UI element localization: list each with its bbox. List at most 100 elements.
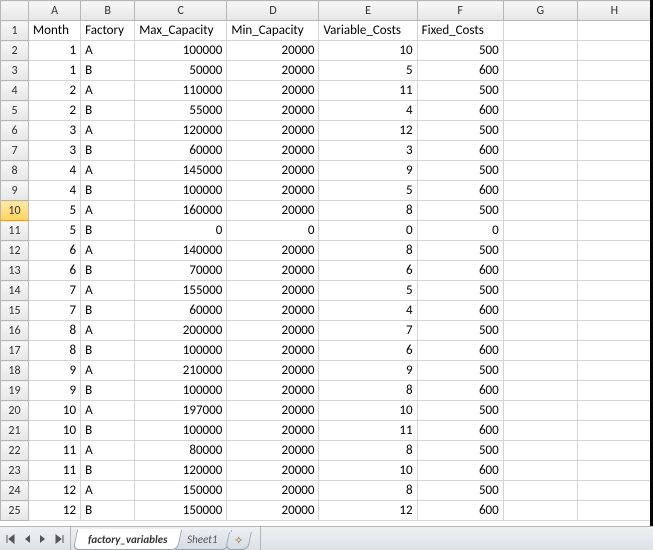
cell[interactable] (503, 181, 577, 201)
cell[interactable]: 500 (417, 201, 503, 221)
cell[interactable]: 60000 (135, 301, 227, 321)
cell[interactable] (503, 361, 577, 381)
row-header[interactable]: 23 (1, 461, 29, 481)
cell[interactable]: A (81, 161, 135, 181)
cell[interactable]: 0 (319, 221, 417, 241)
col-header-B[interactable]: B (81, 1, 135, 21)
cell[interactable] (503, 461, 577, 481)
cell[interactable]: 20000 (227, 341, 319, 361)
cell[interactable]: A (81, 201, 135, 221)
cell[interactable] (577, 441, 651, 461)
cell[interactable]: 20000 (227, 261, 319, 281)
cell[interactable]: 20000 (227, 361, 319, 381)
cell[interactable] (503, 421, 577, 441)
cell[interactable]: 20000 (227, 181, 319, 201)
cell[interactable]: 7 (319, 321, 417, 341)
row-header[interactable]: 1 (1, 21, 29, 41)
cell[interactable] (503, 161, 577, 181)
cell[interactable] (503, 401, 577, 421)
cell[interactable] (503, 101, 577, 121)
row-header[interactable]: 3 (1, 61, 29, 81)
cell[interactable]: 20000 (227, 101, 319, 121)
row-header[interactable]: 4 (1, 81, 29, 101)
cell[interactable]: 3 (29, 121, 81, 141)
cell[interactable] (503, 281, 577, 301)
cell[interactable] (503, 261, 577, 281)
row-header[interactable]: 24 (1, 481, 29, 501)
col-header-C[interactable]: C (135, 1, 227, 21)
row-header[interactable]: 19 (1, 381, 29, 401)
tab-nav-prev-icon[interactable] (20, 532, 34, 546)
cell[interactable]: 20000 (227, 141, 319, 161)
cell[interactable] (577, 241, 651, 261)
cell[interactable] (503, 201, 577, 221)
row-header[interactable]: 8 (1, 161, 29, 181)
cell[interactable]: 8 (29, 321, 81, 341)
cell[interactable]: 500 (417, 41, 503, 61)
cell[interactable]: 8 (319, 381, 417, 401)
cell[interactable]: 5 (319, 61, 417, 81)
cell[interactable]: 155000 (135, 281, 227, 301)
cell[interactable]: 600 (417, 141, 503, 161)
cell[interactable]: B (81, 341, 135, 361)
cell[interactable]: 9 (29, 361, 81, 381)
horizontal-scrollbar[interactable] (260, 527, 653, 550)
cell[interactable]: 6 (319, 261, 417, 281)
cell[interactable] (503, 81, 577, 101)
cell[interactable]: 20000 (227, 41, 319, 61)
cell[interactable]: A (81, 41, 135, 61)
cell[interactable]: 120000 (135, 121, 227, 141)
cell[interactable] (503, 381, 577, 401)
row-header[interactable]: 7 (1, 141, 29, 161)
tab-nav-first-icon[interactable] (4, 532, 18, 546)
cell[interactable] (503, 301, 577, 321)
cell[interactable]: 600 (417, 341, 503, 361)
cell[interactable]: Min_Capacity (227, 21, 319, 41)
cell[interactable]: 20000 (227, 121, 319, 141)
cell[interactable]: 500 (417, 81, 503, 101)
cell[interactable] (503, 501, 577, 521)
col-header-H[interactable]: H (577, 1, 651, 21)
cell[interactable] (577, 61, 651, 81)
cell[interactable]: 11 (29, 441, 81, 461)
cell[interactable]: 20000 (227, 61, 319, 81)
cell[interactable]: 20000 (227, 381, 319, 401)
cell[interactable]: 80000 (135, 441, 227, 461)
col-header-G[interactable]: G (503, 1, 577, 21)
cell[interactable] (503, 341, 577, 361)
cell[interactable]: B (81, 421, 135, 441)
cell[interactable]: 20000 (227, 281, 319, 301)
row-header[interactable]: 13 (1, 261, 29, 281)
row-header[interactable]: 14 (1, 281, 29, 301)
cell[interactable]: 12 (29, 501, 81, 521)
cell[interactable]: 600 (417, 461, 503, 481)
cell[interactable]: 20000 (227, 301, 319, 321)
cell[interactable]: 20000 (227, 161, 319, 181)
cell[interactable]: B (81, 461, 135, 481)
cell[interactable]: B (81, 261, 135, 281)
tab-nav-next-icon[interactable] (36, 532, 50, 546)
cell[interactable]: B (81, 61, 135, 81)
cell[interactable]: B (81, 501, 135, 521)
cell[interactable]: 11 (29, 461, 81, 481)
cell[interactable]: 197000 (135, 401, 227, 421)
cell[interactable]: 6 (29, 241, 81, 261)
cell[interactable]: 120000 (135, 461, 227, 481)
cell[interactable]: 9 (319, 161, 417, 181)
spreadsheet-grid[interactable]: A B C D E F G H 1MonthFactoryMax_Capacit… (0, 0, 653, 526)
cell[interactable]: A (81, 121, 135, 141)
cell[interactable]: 160000 (135, 201, 227, 221)
cell[interactable]: 500 (417, 121, 503, 141)
cell[interactable]: A (81, 241, 135, 261)
cell[interactable] (503, 221, 577, 241)
cell[interactable] (577, 381, 651, 401)
cell[interactable]: 100000 (135, 41, 227, 61)
cell[interactable]: 11 (319, 81, 417, 101)
cell[interactable]: B (81, 221, 135, 241)
cell[interactable]: 10 (319, 461, 417, 481)
cell[interactable]: 20000 (227, 461, 319, 481)
cell[interactable] (577, 361, 651, 381)
cell[interactable]: 600 (417, 501, 503, 521)
row-header[interactable]: 9 (1, 181, 29, 201)
cell[interactable]: 1 (29, 41, 81, 61)
